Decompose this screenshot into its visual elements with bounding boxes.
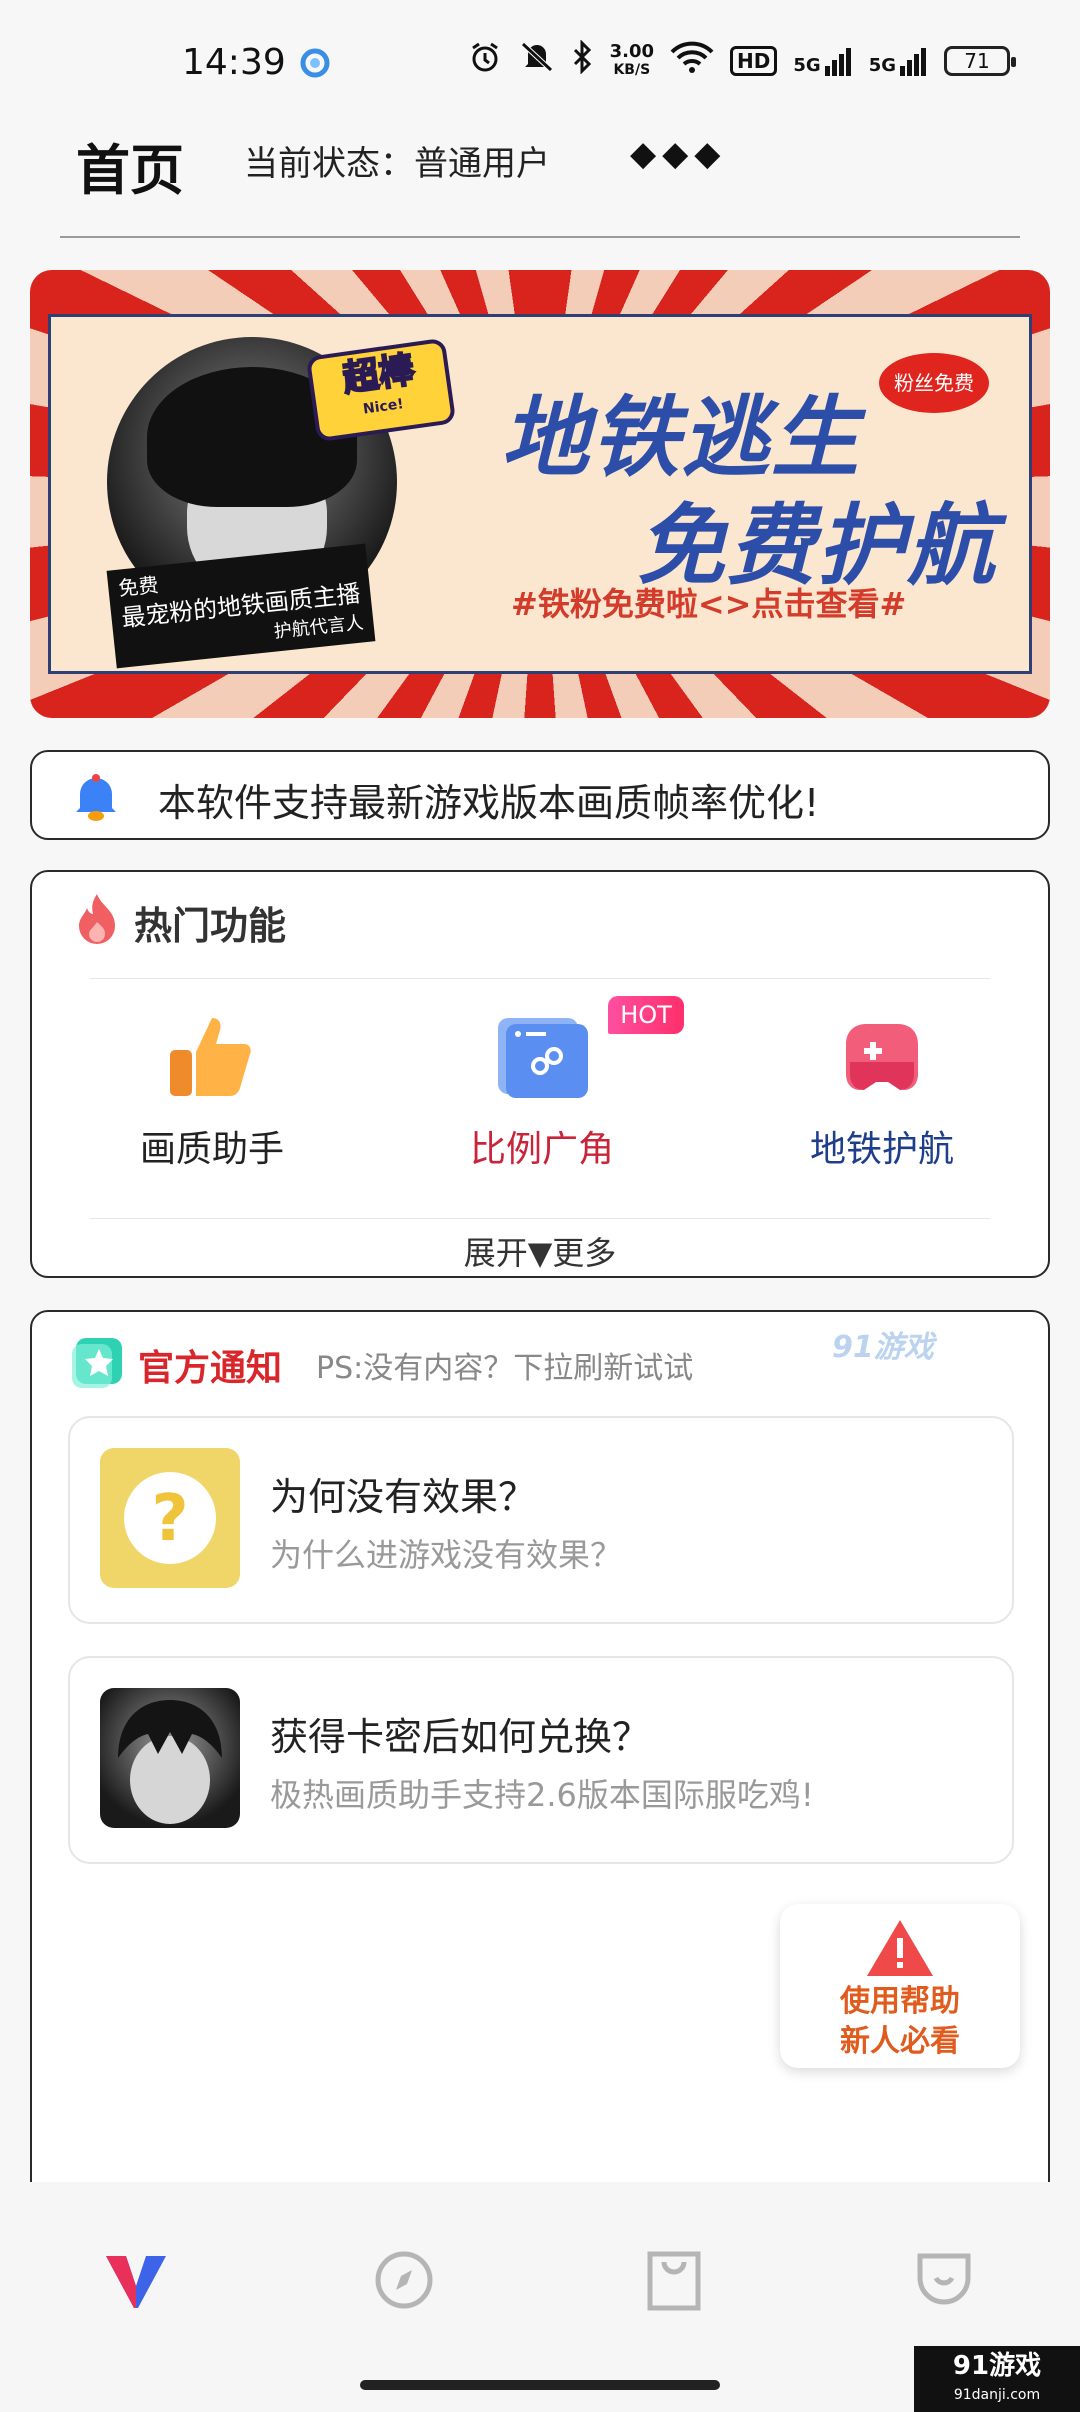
network-speed: 3.00 KB/S bbox=[609, 40, 655, 78]
anime-avatar-thumb bbox=[100, 1688, 240, 1828]
corner-watermark: 91游戏 91danji.com bbox=[914, 2346, 1080, 2412]
star-badge-icon bbox=[70, 1336, 124, 1394]
battery-icon: 71 bbox=[944, 45, 1016, 76]
status-bar: 14:39 3.00 KB/S HD 5G 5G 71 bbox=[0, 0, 1080, 120]
notice-text: 本软件支持最新游戏版本画质帧率优化! bbox=[158, 781, 820, 825]
gamepad-icon bbox=[836, 1012, 928, 1100]
promo-banner[interactable]: 超棒 Nice! 免费 最宠粉的地铁画质主播 护航代言人 地铁逃生 免费护航 粉… bbox=[30, 270, 1050, 718]
help-line-2: 新人必看 bbox=[840, 2024, 960, 2059]
func-aspect-ratio[interactable]: 比例广角 bbox=[422, 1012, 662, 1172]
bag-icon[interactable] bbox=[634, 2240, 714, 2320]
great-badge: 超棒 Nice! bbox=[305, 337, 457, 443]
func-escort[interactable]: 地铁护航 bbox=[762, 1012, 1002, 1172]
func-label: 比例广角 bbox=[469, 1129, 614, 1170]
func-label: 画质助手 bbox=[139, 1129, 284, 1170]
mini-program-icon bbox=[496, 1012, 588, 1100]
signal-icon: 5G bbox=[793, 46, 852, 76]
bluetooth-icon bbox=[572, 39, 594, 81]
bell-icon bbox=[70, 770, 122, 822]
question-icon: ? bbox=[100, 1448, 240, 1588]
expand-more-button[interactable]: 展开▼更多 bbox=[32, 1228, 1048, 1274]
hot-divider-bottom bbox=[90, 1218, 990, 1219]
status-time: 14:39 bbox=[182, 42, 286, 83]
home-indicator[interactable] bbox=[360, 2380, 720, 2390]
help-button[interactable]: 使用帮助 新人必看 bbox=[780, 1904, 1020, 2068]
page-header: 首页 当前状态：普通用户 ◆◆◆ bbox=[0, 118, 1080, 238]
fans-free-bubble: 粉丝免费 bbox=[879, 353, 989, 413]
hd-badge: HD bbox=[730, 45, 778, 76]
thumbs-up-icon bbox=[166, 1012, 258, 1100]
profile-icon[interactable] bbox=[904, 2240, 984, 2320]
func-image-quality[interactable]: 画质助手 bbox=[92, 1012, 332, 1172]
bottom-navigation: 91游戏 91danji.com bbox=[0, 2182, 1080, 2412]
banner-panel: 超棒 Nice! 免费 最宠粉的地铁画质主播 护航代言人 地铁逃生 免费护航 粉… bbox=[48, 314, 1032, 674]
official-header: 官方通知 PS:没有内容？下拉刷新试试 bbox=[70, 1336, 693, 1394]
app-icon bbox=[298, 46, 332, 84]
svg-text:?: ? bbox=[151, 1482, 188, 1556]
page-title: 首页 bbox=[76, 139, 184, 202]
flame-icon bbox=[72, 892, 122, 952]
site-watermark: 91游戏 bbox=[832, 1330, 934, 1365]
refresh-hint: PS:没有内容？下拉刷新试试 bbox=[316, 1351, 694, 1386]
signal-icon-2: 5G bbox=[869, 46, 928, 76]
faq-item[interactable]: 获得卡密后如何兑换？ 极热画质助手支持2.6版本国际服吃鸡! bbox=[68, 1656, 1014, 1864]
faq-subtitle: 极热画质助手支持2.6版本国际服吃鸡! bbox=[270, 1776, 814, 1814]
faq-item[interactable]: ? 为何没有效果？ 为什么进游戏没有效果？ bbox=[68, 1416, 1014, 1624]
warning-icon bbox=[780, 1904, 1020, 1982]
hot-divider-top bbox=[90, 978, 990, 979]
user-status: 当前状态：普通用户 bbox=[244, 144, 550, 184]
func-label: 地铁护航 bbox=[809, 1129, 954, 1170]
official-title: 官方通知 bbox=[138, 1348, 283, 1389]
faq-subtitle: 为什么进游戏没有效果？ bbox=[270, 1536, 623, 1574]
faq-title: 获得卡密后如何兑换？ bbox=[270, 1715, 651, 1759]
hot-functions-card: 热门功能 画质助手 HOT 比例广角 地铁护航 展开▼更多 bbox=[30, 870, 1050, 1278]
status-icons: 3.00 KB/S HD 5G 5G 71 bbox=[468, 39, 1016, 81]
compass-icon[interactable] bbox=[364, 2240, 444, 2320]
wifi-icon bbox=[670, 40, 714, 81]
header-divider bbox=[60, 236, 1020, 238]
home-logo-icon[interactable] bbox=[96, 2240, 176, 2320]
user-level-diamonds: ◆◆◆ bbox=[630, 134, 727, 174]
hot-functions-title: 热门功能 bbox=[134, 903, 287, 948]
faq-title: 为何没有效果？ bbox=[270, 1475, 537, 1519]
notice-bar[interactable]: 本软件支持最新游戏版本画质帧率优化! bbox=[30, 750, 1050, 840]
banner-subtitle: #铁粉免费啦<>点击查看# bbox=[511, 585, 907, 623]
help-line-1: 使用帮助 bbox=[840, 1984, 960, 2019]
mute-icon bbox=[518, 40, 556, 81]
alarm-icon bbox=[468, 40, 502, 81]
hot-functions-header: 热门功能 bbox=[72, 892, 286, 952]
